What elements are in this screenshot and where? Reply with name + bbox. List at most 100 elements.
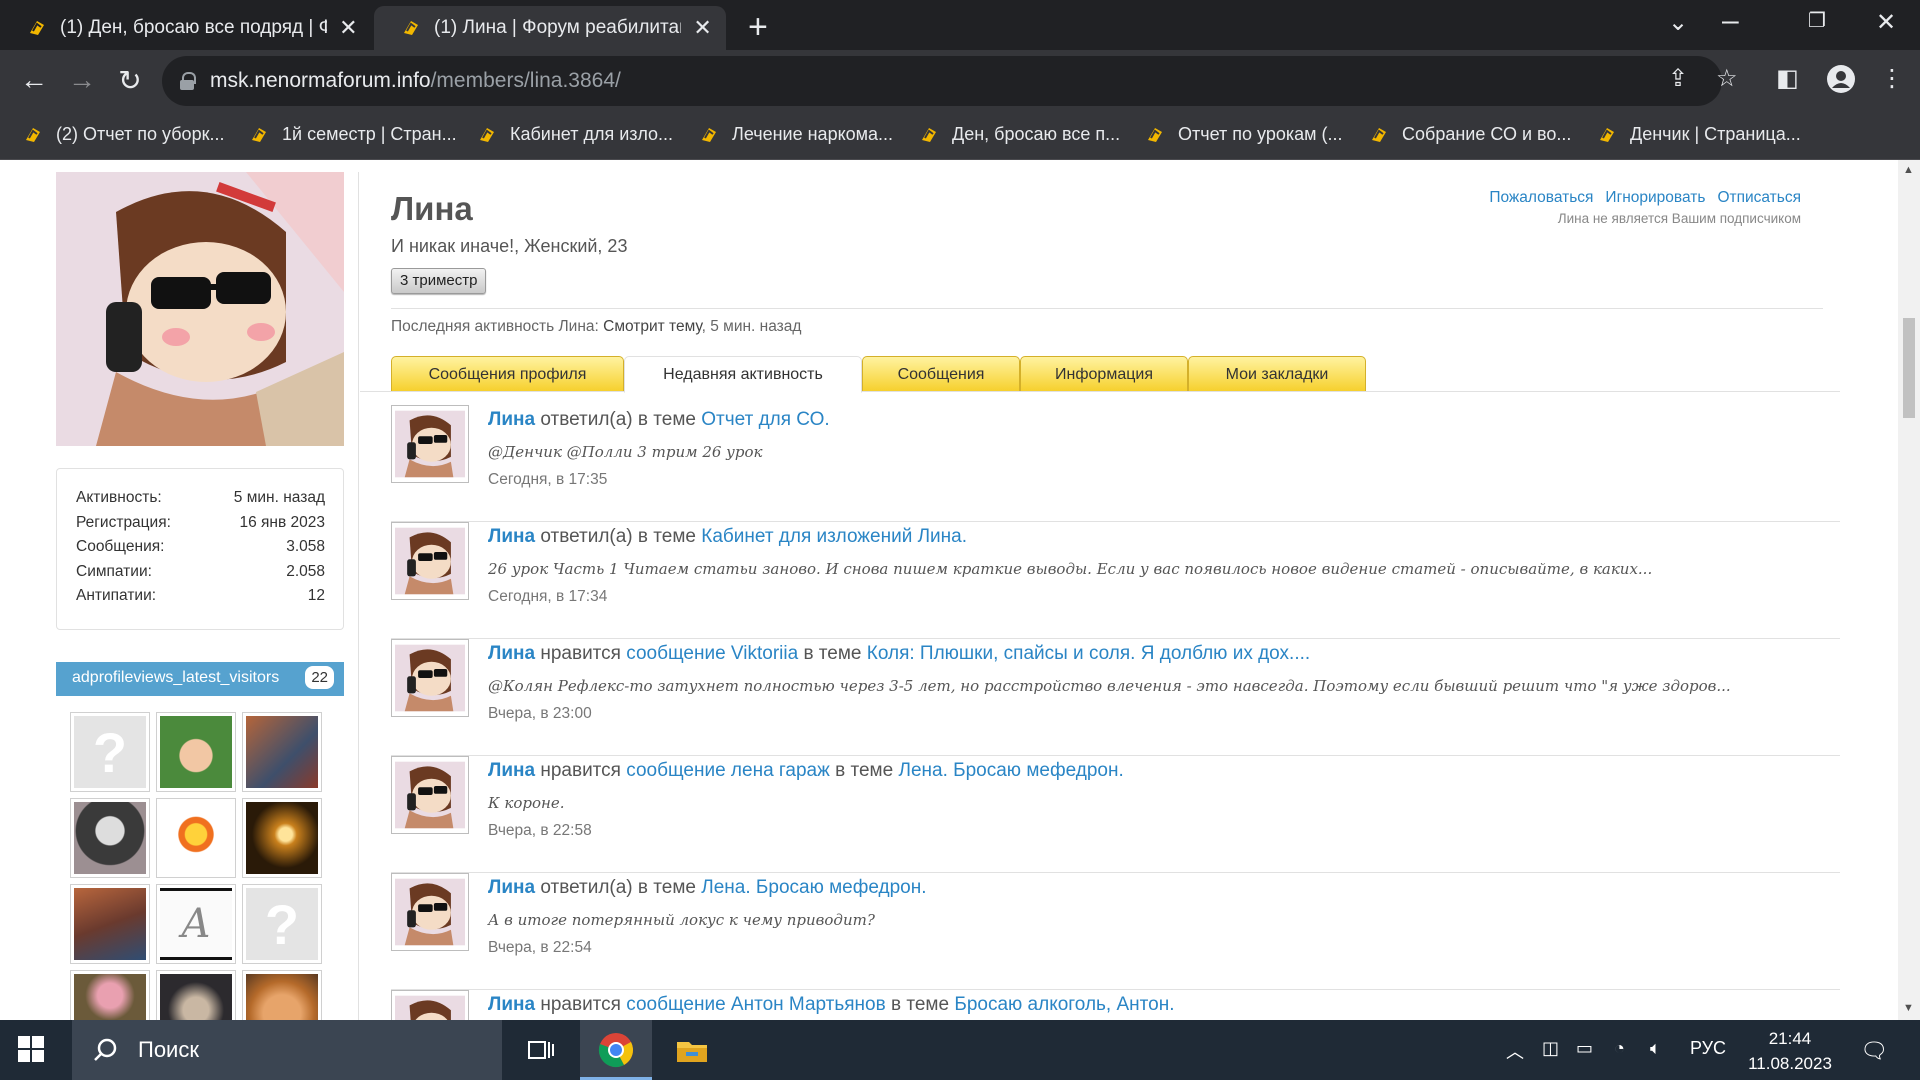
forum-favicon-icon	[478, 126, 496, 144]
activity-avatar[interactable]	[391, 990, 469, 1020]
wifi-icon[interactable]: ◔	[1614, 1038, 1625, 1059]
close-window-icon[interactable]: ✕	[1876, 8, 1896, 37]
activity-avatar[interactable]	[391, 405, 469, 483]
bookmark-item[interactable]: (2) Отчет по уборк...	[24, 124, 224, 145]
side-panel-icon[interactable]: ◧	[1776, 64, 1799, 93]
scrollbar-thumb[interactable]	[1903, 318, 1915, 418]
activity-user-link[interactable]: Лина	[488, 643, 535, 664]
profile-stats-box: Активность: 5 мин. назад Регистрация: 16 я…	[56, 468, 344, 630]
activity-avatar[interactable]	[391, 639, 469, 717]
visitor-avatar[interactable]	[156, 970, 236, 1020]
tray-overflow-chevron-icon[interactable]: ︿	[1506, 1038, 1524, 1064]
visitor-avatar[interactable]	[242, 712, 322, 792]
profile-actions: Пожаловаться Игнорировать Отписаться Лина …	[1477, 189, 1801, 226]
unfollow-link[interactable]: Отписаться	[1717, 189, 1801, 206]
tab-search-chevron-icon[interactable]: ⌄	[1668, 8, 1688, 37]
visitor-avatar[interactable]	[156, 712, 236, 792]
activity-avatar[interactable]	[391, 873, 469, 951]
close-tab-icon[interactable]: ✕	[693, 15, 712, 41]
battery-icon[interactable]: ▭	[1576, 1038, 1593, 1059]
bookmark-item[interactable]: Ден, бросаю все п...	[920, 124, 1120, 145]
visitor-avatar[interactable]	[242, 970, 322, 1020]
page-scrollbar[interactable]: ▲ ▼	[1898, 160, 1920, 1020]
file-explorer-icon[interactable]	[672, 1030, 712, 1070]
bookmark-item[interactable]: 1й семестр | Стран...	[250, 124, 457, 145]
activity-avatar[interactable]	[391, 756, 469, 834]
windows-taskbar: Поиск ︿ ◫ ▭ ◔ 🔈︎ РУС 21:44 11.08.2023 🗨︎	[0, 1020, 1920, 1080]
meet-now-icon[interactable]: ◫	[1542, 1038, 1559, 1059]
avatar-thumbnail	[395, 409, 465, 484]
visitor-avatar[interactable]: ?	[242, 884, 322, 964]
activity-thread-link[interactable]: Отчет для СО.	[701, 409, 829, 430]
chrome-icon[interactable]	[596, 1030, 636, 1070]
taskbar-clock[interactable]: 21:44 11.08.2023	[1740, 1026, 1840, 1076]
browser-tab-2[interactable]: (1) Лина | Форум реабилитацио ✕	[374, 6, 726, 50]
activity-user-link[interactable]: Лина	[488, 760, 535, 781]
tab-messages[interactable]: Сообщения	[862, 356, 1020, 392]
activity-content-link[interactable]: сообщение Антон Мартьянов	[626, 994, 885, 1015]
forum-favicon-icon	[1598, 126, 1616, 144]
tab-recent-activity[interactable]: Недавняя активность	[624, 356, 862, 393]
windows-start-icon[interactable]	[18, 1036, 46, 1064]
activity-content-link[interactable]: сообщение Viktoriia	[626, 643, 798, 664]
activity-avatar[interactable]	[391, 522, 469, 600]
notifications-icon[interactable]: 🗨︎	[1860, 1038, 1888, 1064]
browser-menu-icon[interactable]: ⋮	[1880, 64, 1904, 93]
visitor-avatar[interactable]: ?	[70, 712, 150, 792]
visitor-avatar[interactable]	[70, 884, 150, 964]
user-group-badge: 3 триместр	[391, 268, 487, 294]
visitor-avatar[interactable]	[156, 798, 236, 878]
bookmark-star-icon[interactable]: ☆	[1716, 64, 1738, 93]
profile-avatar[interactable]	[56, 172, 344, 446]
activity-thread-link[interactable]: Кабинет для изложений Лина.	[701, 526, 967, 547]
bookmark-item[interactable]: Кабинет для изло...	[478, 124, 673, 145]
report-link[interactable]: Пожаловаться	[1489, 189, 1593, 206]
ignore-link[interactable]: Игнорировать	[1605, 189, 1705, 206]
activity-thread-link[interactable]: Лена. Бросаю мефедрон.	[898, 760, 1123, 781]
scroll-up-arrow-icon[interactable]: ▲	[1903, 164, 1914, 176]
forum-favicon-icon	[28, 19, 46, 37]
language-indicator[interactable]: РУС	[1690, 1038, 1726, 1059]
browser-tab-1[interactable]: (1) Ден, бросаю все подряд | Фо ✕	[0, 6, 372, 50]
forum-favicon-icon	[24, 126, 42, 144]
profile-username: Лина	[391, 190, 473, 227]
tab-information[interactable]: Информация	[1020, 356, 1188, 392]
share-icon[interactable]: ⇪	[1668, 64, 1688, 93]
bookmark-item[interactable]: Лечение наркома...	[700, 124, 893, 145]
tab-bookmarks[interactable]: Мои закладки	[1188, 356, 1366, 392]
bookmark-item[interactable]: Денчик | Страница...	[1598, 124, 1801, 145]
activity-thread-link[interactable]: Лена. Бросаю мефедрон.	[701, 877, 926, 898]
avatar-thumbnail	[395, 877, 465, 952]
visitor-avatar[interactable]	[242, 798, 322, 878]
activity-content-link[interactable]: сообщение лена гараж	[626, 760, 830, 781]
visitor-avatar[interactable]: A	[156, 884, 236, 964]
volume-icon[interactable]: 🔈︎	[1650, 1038, 1661, 1059]
bookmark-item[interactable]: Собрание СО и во...	[1370, 124, 1571, 145]
task-view-icon[interactable]	[520, 1030, 560, 1070]
address-bar[interactable]: msk.nenormaforum.info/members/lina.3864/	[162, 56, 1722, 106]
visitor-avatar[interactable]	[70, 798, 150, 878]
visitor-avatar[interactable]	[70, 970, 150, 1020]
close-tab-icon[interactable]: ✕	[339, 15, 358, 41]
minimize-window-icon[interactable]: –	[1722, 4, 1739, 38]
taskbar-search[interactable]: Поиск	[72, 1020, 502, 1080]
activity-time: Вчера, в 22:54	[488, 939, 592, 956]
profile-avatar-icon[interactable]	[1826, 64, 1856, 101]
forward-arrow-icon[interactable]: →	[62, 64, 102, 96]
activity-user-link[interactable]: Лина	[488, 409, 535, 430]
new-tab-plus-icon[interactable]: +	[748, 8, 768, 47]
browser-toolbar: ← → ↻ msk.nenormaforum.info/members/lina…	[0, 50, 1920, 116]
activity-thread-link[interactable]: Коля: Плюшки, спайсы и соля. Я долблю их…	[867, 643, 1310, 664]
activity-thread-link[interactable]: Бросаю алкоголь, Антон.	[954, 994, 1174, 1015]
reload-icon[interactable]: ↻	[110, 64, 150, 97]
list-item: Лина ответил(а) в теме Кабинет для излож…	[391, 522, 1840, 639]
back-arrow-icon[interactable]: ←	[14, 64, 54, 96]
activity-user-link[interactable]: Лина	[488, 877, 535, 898]
scroll-down-arrow-icon[interactable]: ▼	[1903, 1002, 1914, 1014]
forum-favicon-icon	[402, 19, 420, 37]
bookmark-item[interactable]: Отчет по урокам (...	[1146, 124, 1343, 145]
activity-user-link[interactable]: Лина	[488, 994, 535, 1015]
tab-profile-posts[interactable]: Сообщения профиля	[391, 356, 624, 392]
restore-window-icon[interactable]: ❐	[1808, 8, 1826, 33]
activity-user-link[interactable]: Лина	[488, 526, 535, 547]
